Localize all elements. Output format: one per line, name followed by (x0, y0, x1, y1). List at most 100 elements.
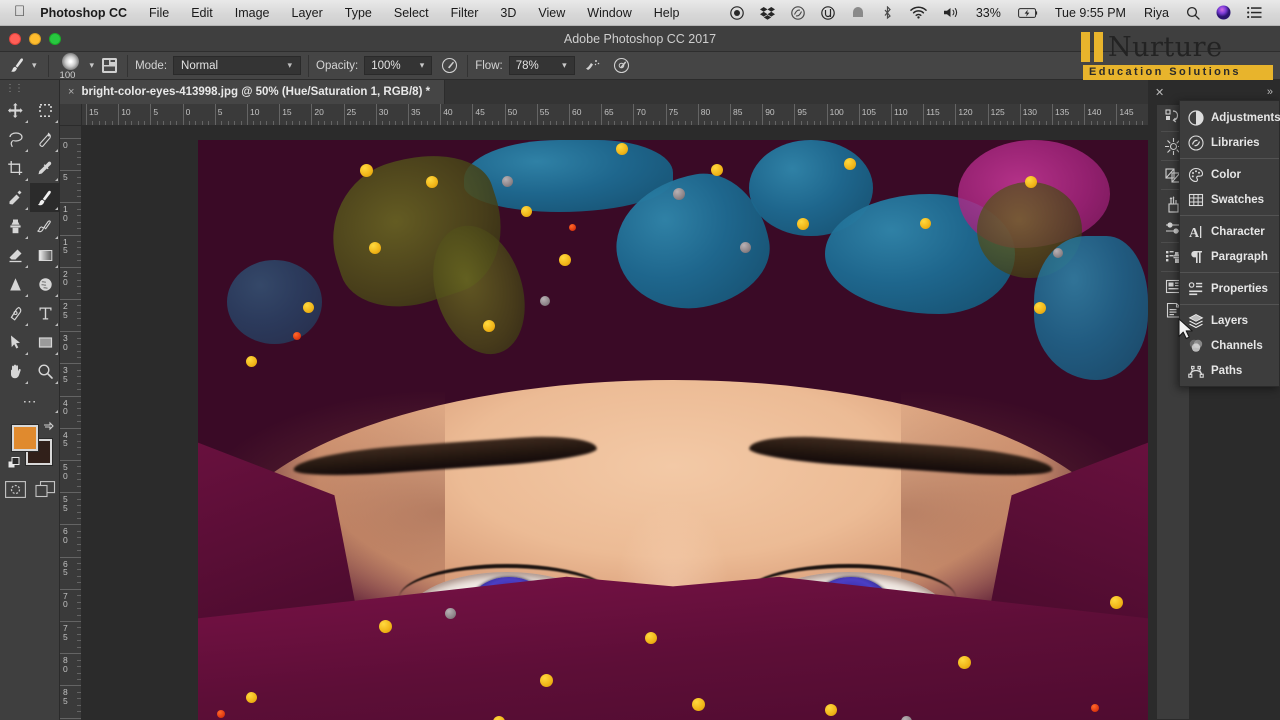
panel-menu-item-character[interactable]: ACharacter (1180, 219, 1279, 244)
screen-mode-icon[interactable] (35, 481, 56, 503)
flow-input[interactable]: 78% ▾ (509, 56, 575, 75)
blend-mode-select[interactable]: Normal ▾ (173, 56, 301, 75)
menu-layer[interactable]: Layer (281, 0, 334, 26)
brush-tool-preset-chevron-down-icon[interactable]: ▾ (28, 60, 41, 71)
menu-image[interactable]: Image (224, 0, 281, 26)
smoothing-icon[interactable] (611, 55, 633, 77)
menu-type[interactable]: Type (334, 0, 383, 26)
close-window-button[interactable] (9, 33, 21, 45)
panel-menu-item-properties[interactable]: Properties (1180, 276, 1279, 301)
ruler-minor-tick (77, 389, 82, 390)
ruler-minor-tick (1046, 121, 1047, 126)
airbrush-icon[interactable] (581, 55, 603, 77)
panel-menu-item-swatches[interactable]: Swatches (1180, 187, 1279, 212)
menu-file[interactable]: File (138, 0, 180, 26)
eyedropper-tool[interactable] (30, 154, 60, 183)
panel-menu-item-adjustments[interactable]: Adjustments (1180, 105, 1279, 130)
menu-filter[interactable]: Filter (440, 0, 490, 26)
ruler-tick (376, 104, 377, 126)
gradient-tool[interactable] (30, 241, 60, 270)
clock[interactable]: Tue 9:55 PM (1046, 0, 1135, 26)
opacity-input[interactable]: 100% ▾ (364, 56, 432, 75)
sequin-dot (901, 716, 912, 720)
shape-tool[interactable] (30, 328, 60, 357)
vertical-ruler[interactable]: 051015202530354045505560657075808590 (60, 126, 82, 720)
ruler-minor-tick (77, 273, 82, 274)
menu-window[interactable]: Window (576, 0, 642, 26)
dodge-tool[interactable] (30, 270, 60, 299)
document-tab[interactable]: × bright-color-eyes-413998.jpg @ 50% (Hu… (60, 80, 445, 104)
crop-tool[interactable] (0, 154, 30, 183)
dropbox-icon[interactable] (752, 0, 783, 26)
ruler-minor-tick (968, 121, 969, 126)
panel-menu-item-paragraph[interactable]: Paragraph (1180, 244, 1279, 269)
horizontal-ruler[interactable]: 1510505101520253035404550556065707580859… (82, 104, 1148, 126)
wifi-icon[interactable] (902, 0, 935, 26)
swap-colors-icon[interactable] (42, 421, 54, 436)
menu-help[interactable]: Help (643, 0, 691, 26)
battery-charging-icon[interactable] (1010, 0, 1046, 26)
record-icon[interactable] (722, 0, 752, 26)
menu-view[interactable]: View (527, 0, 576, 26)
close-icon[interactable]: × (68, 86, 74, 98)
brush-settings-icon[interactable] (98, 55, 120, 77)
ruler-minor-tick (77, 408, 82, 409)
menu-app-name[interactable]: Photoshop CC (38, 0, 138, 26)
default-colors-icon[interactable] (8, 457, 21, 475)
panel-menu-item-libraries[interactable]: Libraries (1180, 130, 1279, 155)
move-tool[interactable] (0, 96, 30, 125)
menu-select[interactable]: Select (383, 0, 440, 26)
battery-percent[interactable]: 33% (967, 0, 1010, 26)
siri-icon[interactable] (1208, 0, 1239, 26)
notification-center-icon[interactable] (1239, 0, 1270, 26)
close-panel-icon[interactable]: ✕ (1155, 86, 1164, 99)
menu-edit[interactable]: Edit (180, 0, 224, 26)
brush-tool-icon[interactable] (6, 55, 28, 77)
panel-flyout-menu[interactable]: AdjustmentsLibraries ColorSwatches ACharac… (1179, 100, 1280, 387)
edit-toolbar-ellipsis[interactable]: ⋯ (0, 386, 60, 415)
clone-stamp-tool[interactable] (0, 212, 30, 241)
ruler-minor-tick (1007, 121, 1008, 126)
lasso-tool[interactable] (0, 125, 30, 154)
ruler-minor-tick (556, 121, 557, 126)
zoom-tool[interactable] (30, 357, 60, 386)
blur-tool[interactable] (0, 270, 30, 299)
toolbar-drag-handle[interactable]: ⋮⋮ (0, 80, 59, 96)
ruler-minor-tick (427, 121, 428, 126)
menu-3d[interactable]: 3D (489, 0, 527, 26)
bluetooth-icon[interactable] (873, 0, 902, 26)
hand-tool[interactable] (0, 357, 30, 386)
spotlight-search-icon[interactable] (1178, 0, 1208, 26)
healing-brush-tool[interactable] (0, 183, 30, 212)
utorrent-icon[interactable] (813, 0, 843, 26)
panel-menu-item-color[interactable]: Color (1180, 162, 1279, 187)
foreground-color-swatch[interactable] (12, 425, 38, 451)
canvas-area[interactable] (82, 126, 1148, 720)
user-name[interactable]: Riya (1135, 0, 1178, 26)
backup-icon[interactable] (843, 0, 873, 26)
ruler-origin-corner[interactable] (60, 104, 82, 126)
minimize-window-button[interactable] (29, 33, 41, 45)
ruler-minor-tick (77, 434, 82, 435)
apple-logo-icon[interactable]:  (0, 4, 38, 19)
brush-picker-chevron-down-icon[interactable]: ▾ (86, 60, 99, 71)
ruler-label: 35 (63, 366, 72, 383)
brush-tool[interactable] (30, 183, 60, 212)
expand-panels-icon[interactable]: » (1267, 86, 1273, 98)
eraser-tool[interactable] (0, 241, 30, 270)
quick-mask-mode-icon[interactable] (5, 481, 26, 503)
history-brush-tool[interactable] (30, 212, 60, 241)
ruler-minor-tick (962, 121, 963, 126)
creative-cloud-icon[interactable] (783, 0, 813, 26)
document-image[interactable] (198, 140, 1148, 720)
marquee-tool[interactable] (30, 96, 60, 125)
type-tool[interactable] (30, 299, 60, 328)
pressure-opacity-icon[interactable] (438, 55, 460, 77)
magic-wand-tool[interactable] (30, 125, 60, 154)
path-selection-tool[interactable] (0, 328, 30, 357)
pen-tool[interactable] (0, 299, 30, 328)
brush-preview[interactable]: 100 (56, 53, 86, 79)
panel-menu-item-paths[interactable]: Paths (1180, 358, 1279, 383)
zoom-window-button[interactable] (49, 33, 61, 45)
volume-icon[interactable] (935, 0, 967, 26)
